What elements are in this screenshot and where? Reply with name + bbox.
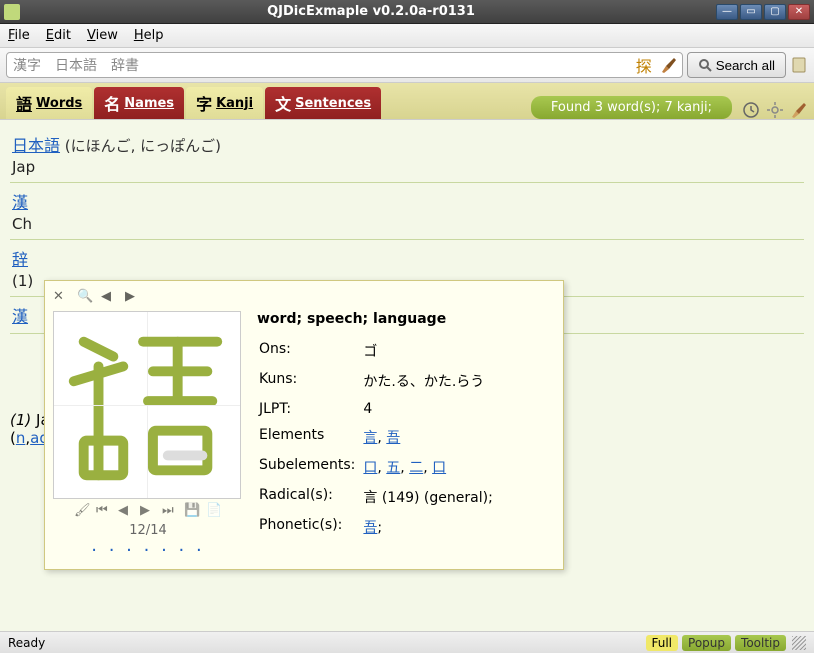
pos-link[interactable]: n	[16, 429, 26, 447]
search-toolbar: 漢字 日本語 辞書 探 Search all	[0, 48, 814, 83]
subelement-link[interactable]: 口	[432, 460, 446, 476]
minimize-button[interactable]: —	[716, 4, 738, 20]
clipboard-icon[interactable]	[790, 56, 808, 74]
menu-view[interactable]: View	[87, 28, 118, 43]
menu-file[interactable]: File	[8, 28, 30, 43]
stroke-dots: · · · · · · ·	[53, 540, 243, 561]
tab-words[interactable]: 語Words	[6, 87, 92, 119]
forward-icon[interactable]: ▶	[125, 289, 141, 305]
maximize-button[interactable]: ▢	[764, 4, 786, 20]
result-count: Found 3 word(s); 7 kanji;	[531, 96, 732, 119]
history-icon[interactable]	[742, 101, 760, 119]
zoom-icon[interactable]: 🔍	[77, 289, 93, 305]
play-icon[interactable]: ▶	[140, 503, 156, 519]
search-hint-glyph: 探	[636, 53, 652, 77]
stroke-controls: 🖌 ⏮ ◀ ▶ ⏭ 💾 📄	[53, 503, 243, 519]
tabbar: 語Words 名Names 字Kanji 文Sentences Found 3 …	[0, 83, 814, 120]
stroke-count: 12/14	[53, 523, 243, 538]
mode-tooltip[interactable]: Tooltip	[735, 635, 786, 651]
prev-icon[interactable]: ◀	[118, 503, 134, 519]
brush-icon[interactable]	[660, 56, 678, 74]
menu-edit[interactable]: Edit	[46, 28, 71, 43]
search-all-button[interactable]: Search all	[687, 52, 786, 78]
app-icon	[4, 4, 20, 20]
search-input[interactable]: 漢字 日本語 辞書 探	[6, 52, 683, 78]
back-icon[interactable]: ◀	[101, 289, 117, 305]
headword[interactable]: 漢	[12, 193, 28, 212]
save-icon[interactable]: 💾	[184, 503, 200, 519]
menu-help[interactable]: Help	[134, 28, 164, 43]
status-text: Ready	[8, 636, 45, 650]
element-link[interactable]: 言	[363, 430, 377, 446]
statusbar: Ready Full Popup Tooltip	[0, 631, 814, 653]
stroke-canvas	[53, 311, 241, 499]
resize-grip[interactable]	[792, 636, 806, 650]
subelement-link[interactable]: 口	[363, 460, 377, 476]
gear-icon[interactable]	[766, 101, 784, 119]
kanji-meaning: word; speech; language	[257, 311, 555, 327]
next-icon[interactable]: ⏭	[162, 503, 178, 519]
headword[interactable]: 辞	[12, 250, 28, 269]
window-controls: — ▭ ▢ ✕	[716, 4, 810, 20]
export-icon[interactable]: 📄	[206, 503, 222, 519]
clear-icon[interactable]	[790, 101, 808, 119]
mode-full[interactable]: Full	[646, 635, 679, 651]
close-button[interactable]: ✕	[788, 4, 810, 20]
first-icon[interactable]: ⏮	[96, 503, 112, 519]
close-icon[interactable]: ✕	[53, 289, 69, 305]
tab-kanji[interactable]: 字Kanji	[186, 87, 263, 119]
tab-sentences[interactable]: 文Sentences	[265, 87, 381, 119]
tab-names[interactable]: 名Names	[94, 87, 184, 119]
headword[interactable]: 漢	[12, 307, 28, 326]
popup-toolbar: ✕ 🔍 ◀ ▶	[53, 289, 555, 305]
menubar: File Edit View Help	[0, 24, 814, 48]
restore-button[interactable]: ▭	[740, 4, 762, 20]
stroke-panel: 🖌 ⏮ ◀ ▶ ⏭ 💾 📄 12/14 · · · · · · ·	[53, 311, 243, 561]
entry-row: 日本語 (にほんご, にっぽんご) Jap	[10, 126, 804, 183]
kanji-popup: ✕ 🔍 ◀ ▶	[44, 280, 564, 570]
subelement-link[interactable]: 五	[386, 460, 400, 476]
results-pane[interactable]: 日本語 (にほんご, にっぽんご) Jap 漢 Ch 辞 (1) 漢 にっぽんご…	[0, 120, 814, 631]
phonetic-link[interactable]: 吾	[363, 520, 377, 536]
titlebar: QJDicExmaple v0.2.0a-r0131 — ▭ ▢ ✕	[0, 0, 814, 24]
element-link[interactable]: 吾	[386, 430, 400, 446]
clear-strokes-icon[interactable]: 🖌	[74, 503, 90, 519]
entry-row: 漢 Ch	[10, 183, 804, 240]
kanji-info: word; speech; language Ons:ゴ Kuns:かた.る、か…	[257, 311, 555, 561]
window-title: QJDicExmaple v0.2.0a-r0131	[26, 4, 716, 19]
search-icon	[698, 58, 712, 72]
mode-popup[interactable]: Popup	[682, 635, 731, 651]
headword[interactable]: 日本語	[12, 136, 60, 155]
subelement-link[interactable]: 二	[409, 460, 423, 476]
search-placeholder: 漢字 日本語 辞書	[13, 55, 139, 75]
definition: Jap	[12, 158, 802, 176]
